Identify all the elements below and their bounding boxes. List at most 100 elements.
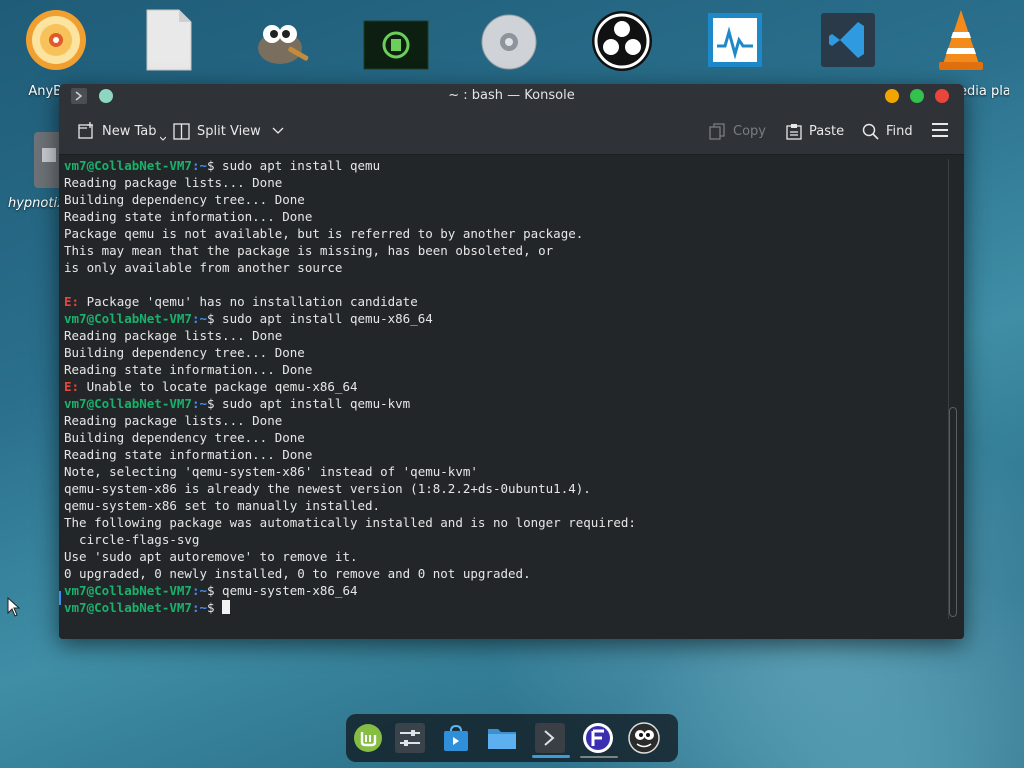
terminal-line: circle-flags-svg: [64, 532, 200, 547]
virtual-monitor-icon: [708, 13, 762, 67]
terminal-line: Building dependency tree... Done: [64, 430, 305, 445]
dock-item-settings[interactable]: [394, 722, 426, 754]
terminal-line: 0 upgraded, 0 newly installed, 0 to remo…: [64, 566, 531, 581]
mouse-pointer-icon: [7, 597, 21, 617]
terminal-line: Package qemu is not available, but is re…: [64, 226, 584, 241]
dock-item-mint-menu[interactable]: [352, 722, 384, 754]
copy-button[interactable]: Copy: [709, 121, 766, 141]
find-label: Find: [886, 123, 913, 139]
split-view-button[interactable]: Split View: [173, 121, 284, 141]
new-tab-label: New Tab: [102, 123, 157, 139]
dock-item-file-manager[interactable]: [486, 722, 518, 754]
error-message: Unable to locate package qemu-x86_64: [79, 379, 358, 394]
command-text: $: [207, 600, 223, 615]
prompt-path: :~: [191, 311, 207, 326]
terminal-line: Reading package lists... Done: [64, 328, 283, 343]
prompt-path: :~: [191, 396, 207, 411]
terminal-line: Reading package lists... Done: [64, 413, 283, 428]
dock-item-terminal[interactable]: [534, 722, 566, 754]
terminal-scrollbar[interactable]: [948, 159, 957, 619]
terminal-line: This may mean that the package is missin…: [64, 243, 554, 258]
terminal-line: Note, selecting 'qemu-system-x86' instea…: [64, 464, 478, 479]
error-message: Package 'qemu' has no installation candi…: [79, 294, 418, 309]
chevron-down-icon: [159, 136, 166, 141]
search-icon: [862, 123, 879, 140]
desktop-icon-label: hypnotix: [8, 196, 65, 211]
terminal-line: vm7@CollabNet-VM7:~$ sudo apt install qe…: [64, 310, 944, 327]
terminal-line: Use 'sudo apt autoremove' to remove it.: [64, 549, 358, 564]
terminal-line: Building dependency tree... Done: [64, 345, 305, 360]
dock-active-indicator: [532, 755, 570, 758]
terminal-line: vm7@CollabNet-VM7:~$ sudo apt install qe…: [64, 395, 944, 412]
copy-icon: [709, 122, 725, 140]
prompt-user-host: vm7@CollabNet-VM7: [64, 311, 192, 326]
command-text: $ sudo apt install qemu-kvm: [207, 396, 411, 411]
terminal-line: Building dependency tree... Done: [64, 192, 305, 207]
terminal-line: Reading state information... Done: [64, 209, 313, 224]
new-tab-button[interactable]: New Tab: [77, 121, 166, 141]
fedora-media-writer-icon: [583, 723, 613, 753]
gimp-icon: [258, 25, 309, 64]
paste-icon: [786, 123, 802, 140]
command-text: $ sudo apt install qemu: [207, 158, 381, 173]
prompt-user-host: vm7@CollabNet-VM7: [64, 583, 192, 598]
settings-sliders-icon: [395, 723, 425, 753]
file-manager-icon: [488, 729, 516, 749]
taskbar-dock: [346, 714, 678, 762]
vscode-icon: [821, 13, 875, 67]
terminal-output: vm7@CollabNet-VM7:~$ sudo apt install qe…: [64, 157, 944, 616]
terminal-line: Reading package lists... Done: [64, 175, 283, 190]
obs-icon: [592, 11, 652, 71]
terminal-line: qemu-system-x86 set to manually installe…: [64, 498, 381, 513]
terminal-line: Reading state information... Done: [64, 447, 313, 462]
chevron-down-icon: [272, 127, 284, 134]
software-store-icon: [444, 724, 468, 751]
document-icon: [146, 9, 192, 71]
cd-icon: [481, 14, 537, 70]
terminal-line: vm7@CollabNet-VM7:~$: [64, 599, 944, 616]
current-line-marker: [59, 591, 61, 605]
minimize-button[interactable]: [885, 89, 899, 103]
copy-label: Copy: [733, 123, 766, 139]
gimp-wilber-icon: [628, 722, 660, 754]
konsole-window: ~ : bash — Konsole New Tab Split View Co…: [59, 84, 964, 639]
dock-item-software-store[interactable]: [440, 722, 472, 754]
terminal-line: The following package was automatically …: [64, 515, 636, 530]
window-title: ~ : bash — Konsole: [448, 88, 575, 103]
dock-item-gimp[interactable]: [628, 722, 660, 754]
terminal-icon: [535, 723, 565, 753]
window-titlebar[interactable]: ~ : bash — Konsole: [59, 84, 964, 108]
prompt-path: :~: [191, 600, 207, 615]
terminal-line: vm7@CollabNet-VM7:~$ qemu-system-x86_64: [64, 582, 944, 599]
prompt-path: :~: [191, 158, 207, 173]
new-tab-icon: [78, 122, 93, 139]
prompt-user-host: vm7@CollabNet-VM7: [64, 600, 192, 615]
konsole-toolbar: New Tab Split View Copy Paste Find: [59, 108, 964, 155]
maximize-button[interactable]: [910, 89, 924, 103]
terminal-line: Reading state information... Done: [64, 362, 313, 377]
terminal-view[interactable]: vm7@CollabNet-VM7:~$ sudo apt install qe…: [59, 155, 964, 639]
error-prefix: E:: [64, 294, 80, 309]
scrollbar-thumb[interactable]: [949, 407, 957, 617]
dock-running-indicator: [580, 756, 618, 758]
split-view-icon: [173, 122, 190, 140]
find-button[interactable]: Find: [862, 121, 913, 141]
split-view-label: Split View: [197, 123, 261, 139]
terminal-line: qemu-system-x86 is already the newest ve…: [64, 481, 591, 496]
prompt-user-host: vm7@CollabNet-VM7: [64, 396, 192, 411]
paste-label: Paste: [809, 123, 845, 139]
text-cursor: [222, 600, 231, 614]
anyburn-disc-icon: [26, 10, 86, 70]
dock-item-media-writer[interactable]: [582, 722, 614, 754]
close-button[interactable]: [935, 89, 949, 103]
terminal-line: E: Unable to locate package qemu-x86_64: [64, 378, 944, 395]
paste-button[interactable]: Paste: [786, 121, 844, 141]
mint-tools-icon: [363, 20, 429, 70]
terminal-line: vm7@CollabNet-VM7:~$ sudo apt install qe…: [64, 157, 944, 174]
terminal-line: is only available from another source: [64, 260, 343, 275]
prompt-path: :~: [191, 583, 207, 598]
command-text: $ qemu-system-x86_64: [207, 583, 358, 598]
error-prefix: E:: [64, 379, 80, 394]
hamburger-menu-icon[interactable]: [932, 123, 948, 141]
